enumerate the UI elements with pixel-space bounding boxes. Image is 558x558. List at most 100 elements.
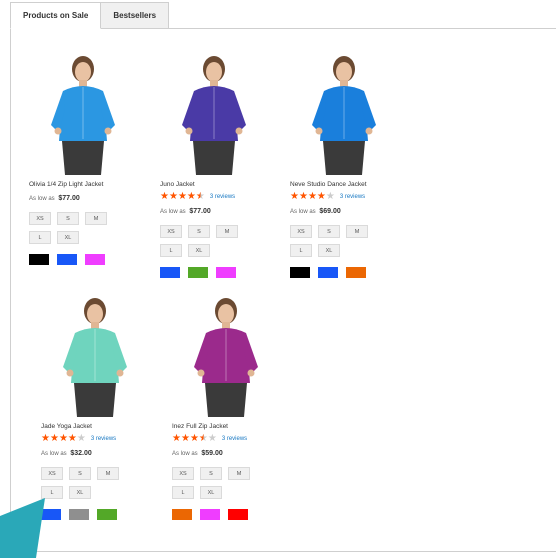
star-icon: ★ — [67, 432, 77, 444]
model-figure — [63, 298, 127, 417]
size-option-l[interactable]: L — [160, 244, 182, 257]
product-rating: ★ ★ ★ ★ ★ 3 reviews — [160, 191, 290, 202]
model-figure — [194, 298, 258, 417]
size-option-m[interactable]: M — [228, 467, 250, 480]
rating-stars: ★ ★ ★ ★ ★ — [172, 432, 217, 444]
size-options: XS S M L XL — [160, 225, 270, 263]
size-option-m[interactable]: M — [97, 467, 119, 480]
product-price: As low as $59.00 — [172, 449, 302, 459]
size-option-m[interactable]: M — [346, 225, 368, 238]
star-icon: ★ — [177, 190, 187, 202]
size-option-l[interactable]: L — [172, 486, 194, 499]
product-photo[interactable] — [298, 53, 390, 175]
price-value: $77.00 — [189, 208, 211, 215]
color-swatch[interactable] — [290, 267, 310, 278]
color-swatch[interactable] — [228, 509, 248, 520]
size-option-m[interactable]: M — [216, 225, 238, 238]
star-icon: ★ — [325, 190, 335, 202]
product-name[interactable]: Olivia 1/4 Zip Light Jacket — [29, 180, 159, 189]
size-option-s[interactable]: S — [318, 225, 340, 238]
color-swatch[interactable] — [97, 509, 117, 520]
color-swatches — [172, 509, 302, 520]
tab-bestsellers[interactable]: Bestsellers — [100, 2, 170, 29]
product-card: Juno Jacket ★ ★ ★ ★ ★ 3 reviews As low as $7… — [160, 53, 290, 278]
color-swatch[interactable] — [29, 254, 49, 265]
corner-shape — [0, 498, 45, 558]
star-icon: ★ — [41, 432, 50, 444]
reviews-link[interactable]: 3 reviews — [91, 436, 116, 442]
size-option-xl[interactable]: XL — [188, 244, 210, 257]
size-options: XS S M L XL — [290, 225, 400, 263]
product-photo[interactable] — [49, 295, 141, 417]
product-price: As low as $77.00 — [29, 194, 159, 204]
color-swatches — [290, 267, 420, 278]
size-option-s[interactable]: S — [57, 212, 79, 225]
product-rating: ★ ★ ★ ★ ★ 3 reviews — [172, 433, 302, 444]
size-option-xs[interactable]: XS — [172, 467, 194, 480]
product-card: Jade Yoga Jacket ★ ★ ★ ★ ★ 3 reviews As low … — [41, 295, 171, 520]
model-figure — [312, 56, 376, 175]
price-value: $32.00 — [70, 450, 92, 457]
color-swatch[interactable] — [216, 267, 236, 278]
color-swatch[interactable] — [200, 509, 220, 520]
rating-stars: ★ ★ ★ ★ ★ — [160, 190, 205, 202]
color-swatch[interactable] — [69, 509, 89, 520]
color-swatch[interactable] — [318, 267, 338, 278]
corner-decoration — [0, 498, 45, 558]
color-swatches — [160, 267, 290, 278]
size-options: XS S M L XL — [29, 212, 139, 250]
color-swatch[interactable] — [85, 254, 105, 265]
price-value: $59.00 — [201, 450, 223, 457]
color-swatch[interactable] — [160, 267, 180, 278]
rating-stars: ★ ★ ★ ★ ★ — [41, 432, 86, 444]
star-icon: ★ — [195, 190, 205, 202]
product-card: Inez Full Zip Jacket ★ ★ ★ ★ ★ 3 reviews As … — [172, 295, 302, 520]
color-swatch[interactable] — [346, 267, 366, 278]
star-icon: ★ — [207, 432, 217, 444]
product-name[interactable]: Inez Full Zip Jacket — [172, 422, 302, 431]
color-swatches — [41, 509, 171, 520]
product-name[interactable]: Jade Yoga Jacket — [41, 422, 171, 431]
product-price: As low as $69.00 — [290, 207, 420, 217]
size-option-xs[interactable]: XS — [160, 225, 182, 238]
size-option-xs[interactable]: XS — [290, 225, 312, 238]
price-value: $69.00 — [319, 208, 341, 215]
product-photo[interactable] — [168, 53, 260, 175]
star-icon: ★ — [180, 432, 190, 444]
product-photo[interactable] — [180, 295, 272, 417]
size-option-xl[interactable]: XL — [200, 486, 222, 499]
product-card: Olivia 1/4 Zip Light Jacket As low as $7… — [29, 53, 159, 265]
product-photo[interactable] — [37, 53, 129, 175]
star-icon: ★ — [186, 190, 196, 202]
price-prefix: As low as — [160, 209, 186, 215]
model-figure — [51, 56, 115, 175]
reviews-link[interactable]: 3 reviews — [340, 194, 365, 200]
color-swatch[interactable] — [188, 267, 208, 278]
tab-products-on-sale[interactable]: Products on Sale — [10, 2, 102, 29]
tab-panel: Olivia 1/4 Zip Light Jacket As low as $7… — [10, 28, 556, 552]
size-option-xl[interactable]: XL — [57, 231, 79, 244]
size-option-s[interactable]: S — [200, 467, 222, 480]
size-option-l[interactable]: L — [290, 244, 312, 257]
size-option-m[interactable]: M — [85, 212, 107, 225]
color-swatch[interactable] — [172, 509, 192, 520]
size-option-l[interactable]: L — [29, 231, 51, 244]
star-icon: ★ — [160, 190, 169, 202]
size-option-s[interactable]: S — [69, 467, 91, 480]
product-name[interactable]: Juno Jacket — [160, 180, 290, 189]
size-option-xs[interactable]: XS — [29, 212, 51, 225]
price-prefix: As low as — [41, 451, 67, 457]
size-option-s[interactable]: S — [188, 225, 210, 238]
reviews-link[interactable]: 3 reviews — [222, 436, 247, 442]
size-option-xs[interactable]: XS — [41, 467, 63, 480]
price-value: $77.00 — [58, 195, 80, 202]
rating-stars: ★ ★ ★ ★ ★ — [290, 190, 335, 202]
price-prefix: As low as — [172, 451, 198, 457]
product-price: As low as $77.00 — [160, 207, 290, 217]
size-option-xl[interactable]: XL — [318, 244, 340, 257]
star-icon: ★ — [298, 190, 308, 202]
size-option-xl[interactable]: XL — [69, 486, 91, 499]
product-name[interactable]: Neve Studio Dance Jacket — [290, 180, 420, 189]
color-swatch[interactable] — [57, 254, 77, 265]
reviews-link[interactable]: 3 reviews — [210, 194, 235, 200]
